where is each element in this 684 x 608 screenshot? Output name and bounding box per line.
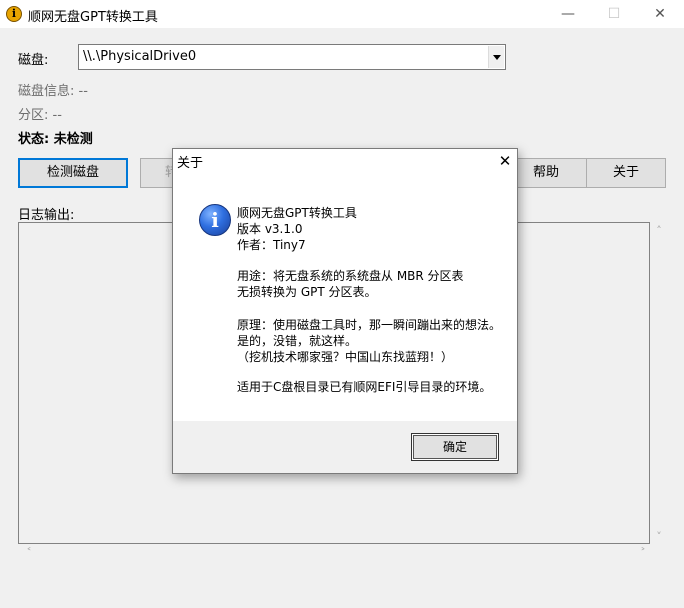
information-icon: i <box>199 204 231 236</box>
dialog-author: 作者：Tiny7 <box>237 238 306 252</box>
disk-select[interactable]: \\.\PhysicalDrive0 <box>78 44 506 70</box>
log-label: 日志输出: <box>18 208 75 223</box>
dialog-purpose: 用途：将无盘系统的系统盘从 MBR 分区表 <box>237 269 464 283</box>
status-text: 状态: 未检测 <box>18 132 93 147</box>
dialog-version: 版本 v3.1.0 <box>237 222 303 236</box>
dialog-principle-cont: 是的，没错，就这样。 <box>237 334 358 348</box>
detect-disk-button[interactable]: 检测磁盘 <box>18 158 128 188</box>
app-info-icon: i <box>6 6 22 22</box>
dialog-close-icon[interactable]: ✕ <box>491 149 519 173</box>
dialog-purpose-cont: 无损转换为 GPT 分区表。 <box>237 285 377 299</box>
disk-info: 磁盘信息: -- <box>18 84 88 99</box>
maximize-button: ☐ <box>607 6 621 22</box>
dialog-title: 关于 <box>177 156 204 171</box>
scroll-right-icon[interactable]: ˃ <box>636 546 650 560</box>
disk-label: 磁盘: <box>18 53 49 68</box>
scroll-up-icon[interactable]: ˄ <box>652 224 666 238</box>
scroll-left-icon[interactable]: ˂ <box>22 546 36 560</box>
close-button[interactable]: ✕ <box>637 0 683 28</box>
dialog-joke: （挖机技术哪家强？中国山东找蓝翔！） <box>237 350 454 364</box>
scroll-down-icon[interactable]: ˅ <box>652 530 666 544</box>
minimize-button[interactable]: — <box>545 0 591 28</box>
dialog-app-name: 顺网无盘GPT转换工具 <box>237 206 357 220</box>
about-dialog: 关于 ✕ i 顺网无盘GPT转换工具 版本 v3.1.0 作者：Tiny7 用途… <box>172 148 518 474</box>
disk-select-value: \\.\PhysicalDrive0 <box>83 49 197 64</box>
dialog-applicability: 适用于C盘根目录已有顺网EFI引导目录的环境。 <box>237 380 492 394</box>
chevron-down-icon[interactable] <box>488 46 504 68</box>
dialog-footer: 确定 <box>173 421 517 473</box>
partition-info: 分区: -- <box>18 108 62 123</box>
ok-button[interactable]: 确定 <box>411 433 499 461</box>
dialog-principle: 原理：使用磁盘工具时，那一瞬间蹦出来的想法。 <box>237 318 502 332</box>
window-title: 顺网无盘GPT转换工具 <box>28 10 158 25</box>
about-button[interactable]: 关于 <box>586 158 666 188</box>
